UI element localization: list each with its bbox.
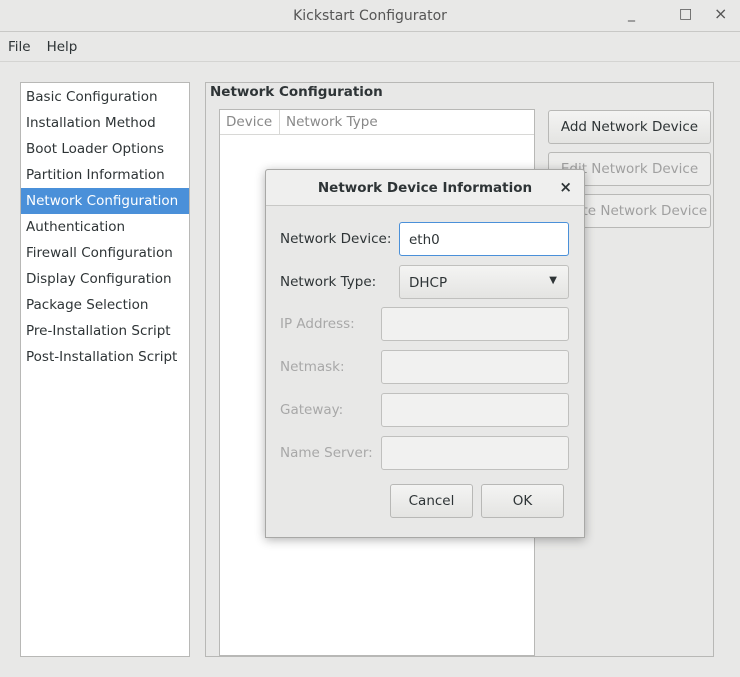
sidebar-item-display-configuration[interactable]: Display Configuration — [21, 266, 189, 292]
network-type-dropdown[interactable]: DHCP ▼ — [399, 265, 569, 299]
window-title: Kickstart Configurator — [293, 7, 447, 24]
ok-button[interactable]: OK — [481, 484, 564, 518]
sidebar-item-pre-installation-script[interactable]: Pre-Installation Script — [21, 318, 189, 344]
sidebar-item-boot-loader-options[interactable]: Boot Loader Options — [21, 136, 189, 162]
sidebar-item-network-configuration[interactable]: Network Configuration — [21, 188, 189, 214]
sidebar-item-package-selection[interactable]: Package Selection — [21, 292, 189, 318]
gateway-label: Gateway: — [280, 402, 344, 418]
sidebar-item-firewall-configuration[interactable]: Firewall Configuration — [21, 240, 189, 266]
add-network-device-button[interactable]: Add Network Device — [548, 110, 711, 144]
frame-title: Network Configuration — [210, 84, 386, 100]
netmask-label: Netmask: — [280, 359, 345, 375]
network-type-label: Network Type: — [280, 274, 377, 290]
close-icon[interactable]: × — [559, 178, 572, 196]
ip-address-input[interactable] — [381, 307, 569, 341]
name-server-label: Name Server: — [280, 445, 373, 461]
network-device-dialog: Network Device Information × Network Dev… — [265, 169, 585, 538]
title-bar: Kickstart Configurator _ □ × — [0, 0, 740, 32]
sidebar-item-authentication[interactable]: Authentication — [21, 214, 189, 240]
network-type-value: DHCP — [409, 275, 448, 291]
netmask-input[interactable] — [381, 350, 569, 384]
network-device-label: Network Device: — [280, 231, 392, 247]
sidebar-item-partition-information[interactable]: Partition Information — [21, 162, 189, 188]
ip-address-label: IP Address: — [280, 316, 355, 332]
sidebar: Basic Configuration Installation Method … — [20, 82, 190, 657]
table-header: Device Network Type — [220, 110, 534, 135]
menu-help[interactable]: Help — [47, 39, 78, 55]
column-network-type[interactable]: Network Type — [280, 110, 378, 134]
dialog-header: Network Device Information — [266, 170, 584, 206]
network-device-input[interactable]: eth0 — [399, 222, 569, 256]
network-device-value: eth0 — [409, 232, 440, 248]
dialog-title: Network Device Information — [317, 179, 533, 196]
sidebar-item-post-installation-script[interactable]: Post-Installation Script — [21, 344, 189, 370]
menu-bar: File Help — [0, 33, 740, 62]
sidebar-item-installation-method[interactable]: Installation Method — [21, 110, 189, 136]
close-button[interactable]: × — [714, 4, 727, 23]
menu-file[interactable]: File — [8, 39, 31, 55]
sidebar-item-basic-configuration[interactable]: Basic Configuration — [21, 84, 189, 110]
gateway-input[interactable] — [381, 393, 569, 427]
cancel-button[interactable]: Cancel — [390, 484, 473, 518]
chevron-down-icon: ▼ — [549, 275, 557, 286]
maximize-button[interactable]: □ — [679, 6, 692, 22]
name-server-input[interactable] — [381, 436, 569, 470]
minimize-button[interactable]: _ — [628, 6, 635, 22]
column-device[interactable]: Device — [220, 110, 280, 134]
